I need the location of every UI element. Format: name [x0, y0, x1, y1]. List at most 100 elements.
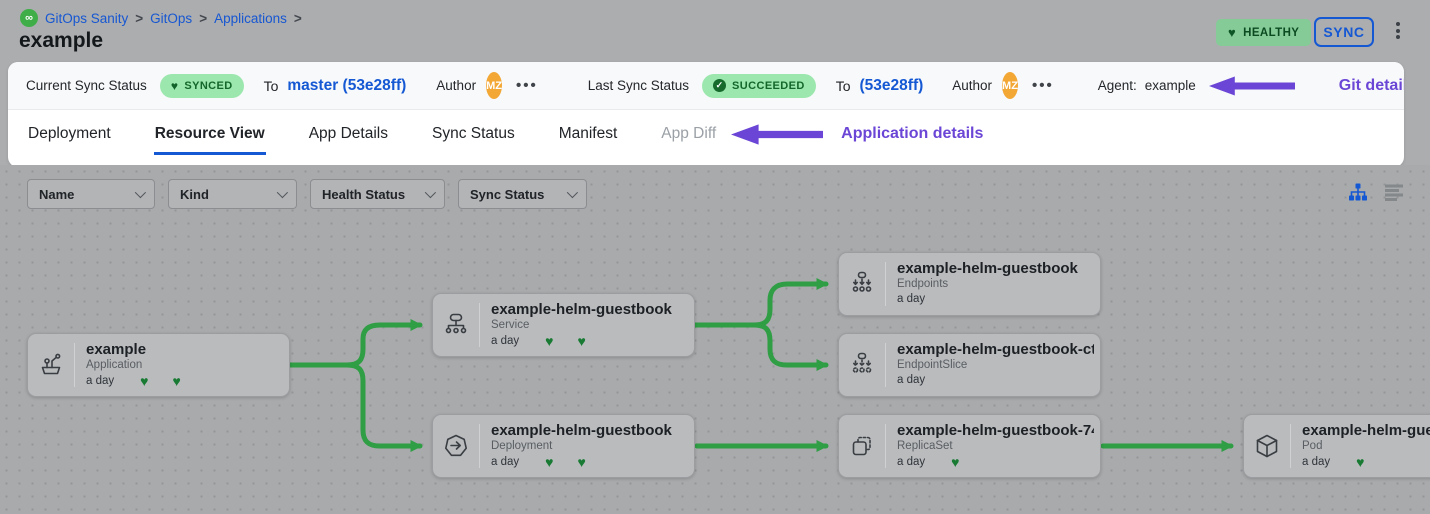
heart-icon: ♥	[140, 374, 148, 388]
service-icon	[433, 294, 479, 356]
health-badge-label: HEALTHY	[1243, 27, 1299, 39]
node-kind: Deployment	[491, 440, 688, 452]
node-title: example-helm-guestbook-74...	[1302, 422, 1430, 439]
heart-icon: ♥	[1356, 455, 1364, 469]
tab-bar: Deployment Resource View App Details Syn…	[8, 110, 1404, 166]
breadcrumb: ∞ GitOps Sanity > GitOps > Applications …	[20, 9, 302, 27]
deployment-icon	[433, 415, 479, 477]
node-age: a day	[491, 335, 519, 347]
agent-value: example	[1145, 78, 1196, 93]
heart-icon: ♥	[545, 334, 553, 348]
last-revision-link[interactable]: (53e28ff)	[860, 77, 924, 95]
node-age: a day	[897, 293, 925, 305]
git-details-annotation: Git details	[1339, 77, 1404, 95]
node-service-example-helm-guestbook[interactable]: example-helm-guestbook Service a day ♥ ♥	[432, 293, 695, 357]
filter-sync-status-dropdown[interactable]: Sync Status	[458, 179, 587, 209]
node-kind: ReplicaSet	[897, 440, 1094, 452]
breadcrumb-item-applications[interactable]: Applications	[214, 11, 287, 26]
filter-kind-label: Kind	[180, 187, 209, 202]
node-age: a day	[897, 456, 925, 468]
heart-icon: ♥	[577, 334, 585, 348]
tree-view-icon[interactable]	[1348, 183, 1368, 207]
synced-badge-label: SYNCED	[184, 80, 232, 92]
node-title: example-helm-guestbook	[897, 260, 1094, 277]
filter-name-dropdown[interactable]: Name	[27, 179, 155, 209]
kebab-menu-icon[interactable]	[1392, 20, 1404, 41]
node-kind: Endpoints	[897, 278, 1094, 290]
tab-app-diff[interactable]: App Diff	[660, 110, 717, 152]
node-kind: EndpointSlice	[897, 359, 1094, 371]
last-more-icon[interactable]: •••	[1032, 77, 1054, 94]
last-author-avatar[interactable]: MZ	[1002, 72, 1018, 99]
current-sync-status-label: Current Sync Status	[26, 78, 147, 93]
succeeded-badge-label: SUCCEEDED	[732, 80, 805, 92]
health-status-badge: ♥ HEALTHY	[1216, 19, 1311, 46]
tab-sync-status[interactable]: Sync Status	[431, 110, 516, 152]
breadcrumb-separator: >	[294, 11, 302, 26]
current-to-label: To	[264, 78, 279, 94]
node-age: a day	[897, 374, 925, 386]
node-kind: Service	[491, 319, 688, 331]
node-kind: Application	[86, 359, 283, 371]
heart-icon: ♥	[545, 455, 553, 469]
node-endpointslice-example-helm-guestbook-ct[interactable]: example-helm-guestbook-ct... EndpointSli…	[838, 333, 1101, 397]
tab-deployment[interactable]: Deployment	[27, 110, 112, 152]
application-details-arrow-icon	[731, 123, 823, 146]
succeeded-badge: ✓ SUCCEEDED	[702, 74, 816, 98]
gitops-logo-icon: ∞	[20, 9, 38, 27]
breadcrumb-separator: >	[135, 11, 143, 26]
replicaset-icon	[839, 415, 885, 477]
endpointslice-icon	[839, 334, 885, 396]
filter-health-status-label: Health Status	[322, 187, 405, 202]
current-author-avatar[interactable]: MZ	[486, 72, 502, 99]
node-application-example[interactable]: example Application a day ♥ ♥	[27, 333, 290, 397]
app-details-panel: Current Sync Status ♥ SYNCED To master (…	[8, 62, 1404, 167]
last-author-label: Author	[952, 78, 992, 93]
last-to-label: To	[836, 78, 851, 94]
filter-health-status-dropdown[interactable]: Health Status	[310, 179, 445, 209]
filter-sync-status-label: Sync Status	[470, 187, 544, 202]
breadcrumb-item-gitops[interactable]: GitOps	[150, 11, 192, 26]
breadcrumb-separator: >	[199, 11, 207, 26]
tab-app-details[interactable]: App Details	[308, 110, 389, 152]
current-revision-link[interactable]: master (53e28ff)	[287, 77, 406, 95]
node-endpoints-example-helm-guestbook[interactable]: example-helm-guestbook Endpoints a day	[838, 252, 1101, 316]
page-title: example	[19, 29, 103, 53]
current-author-label: Author	[436, 78, 476, 93]
node-title: example-helm-guestbook-ct...	[897, 341, 1094, 358]
application-details-annotation: Application details	[841, 125, 983, 143]
check-circle-icon: ✓	[713, 79, 726, 92]
last-sync-status-label: Last Sync Status	[588, 78, 689, 93]
node-age: a day	[1302, 456, 1330, 468]
node-replicaset-example-helm-guestbook-74[interactable]: example-helm-guestbook-74... ReplicaSet …	[838, 414, 1101, 478]
git-details-arrow-icon	[1209, 75, 1295, 97]
node-title: example-helm-guestbook	[491, 301, 688, 318]
agent-label: Agent:	[1098, 78, 1137, 93]
node-age: a day	[86, 375, 114, 387]
list-view-icon[interactable]	[1384, 184, 1404, 206]
sync-status-bar: Current Sync Status ♥ SYNCED To master (…	[8, 62, 1404, 110]
heart-icon: ♥	[951, 455, 959, 469]
chevron-down-icon	[277, 187, 288, 198]
heart-icon: ♥	[171, 79, 179, 93]
tab-manifest[interactable]: Manifest	[558, 110, 619, 152]
node-age: a day	[491, 456, 519, 468]
current-more-icon[interactable]: •••	[516, 77, 538, 94]
chevron-down-icon	[135, 187, 146, 198]
node-title: example-helm-guestbook-74...	[897, 422, 1094, 439]
node-kind: Pod	[1302, 440, 1430, 452]
filter-name-label: Name	[39, 187, 74, 202]
resource-tree-canvas: Name Kind Health Status Sync Status	[0, 165, 1430, 514]
application-icon	[28, 334, 74, 396]
tab-resource-view[interactable]: Resource View	[154, 110, 266, 155]
node-deployment-example-helm-guestbook[interactable]: example-helm-guestbook Deployment a day …	[432, 414, 695, 478]
sync-button[interactable]: SYNC	[1314, 17, 1374, 47]
breadcrumb-item-gitops-sanity[interactable]: GitOps Sanity	[45, 11, 128, 26]
heart-icon: ♥	[172, 374, 180, 388]
synced-badge: ♥ SYNCED	[160, 74, 244, 98]
node-title: example	[86, 341, 283, 358]
node-pod-example-helm-guestbook[interactable]: example-helm-guestbook-74... Pod a day ♥	[1243, 414, 1430, 478]
pod-icon	[1244, 415, 1290, 477]
heart-icon: ♥	[577, 455, 585, 469]
filter-kind-dropdown[interactable]: Kind	[168, 179, 297, 209]
